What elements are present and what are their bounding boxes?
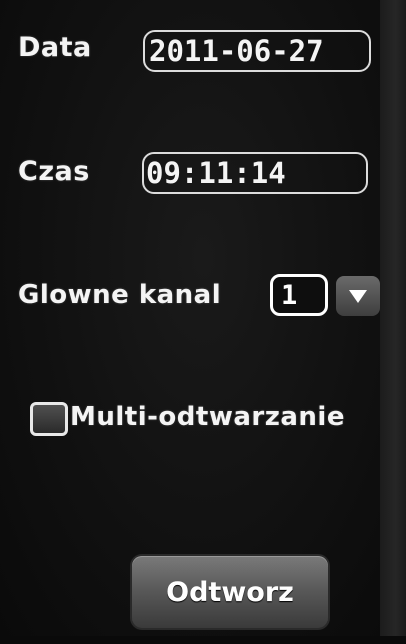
triangle-down-icon <box>349 290 367 303</box>
channel-label: Glowne kanal <box>18 280 222 310</box>
date-field[interactable]: 2011-06-27 <box>143 30 371 72</box>
date-label: Data <box>18 32 92 63</box>
time-value: 09:11:14 <box>146 156 286 190</box>
date-value: 2011-06-27 <box>149 34 324 68</box>
play-button-label: Odtworz <box>166 576 294 608</box>
bottom-edge <box>0 636 406 644</box>
channel-dropdown-button[interactable] <box>336 276 380 316</box>
time-field[interactable]: 09:11:14 <box>142 152 368 194</box>
play-button[interactable]: Odtworz <box>132 556 328 628</box>
channel-value: 1 <box>281 279 298 311</box>
multi-playback-checkbox[interactable] <box>30 402 68 436</box>
time-label: Czas <box>18 156 90 187</box>
playback-panel: Data 2011-06-27 Czas 09:11:14 Glowne kan… <box>0 0 406 644</box>
screen-bezel <box>380 0 406 644</box>
channel-select[interactable]: 1 <box>270 274 328 316</box>
multi-playback-label: Multi-odtwarzanie <box>70 402 345 432</box>
